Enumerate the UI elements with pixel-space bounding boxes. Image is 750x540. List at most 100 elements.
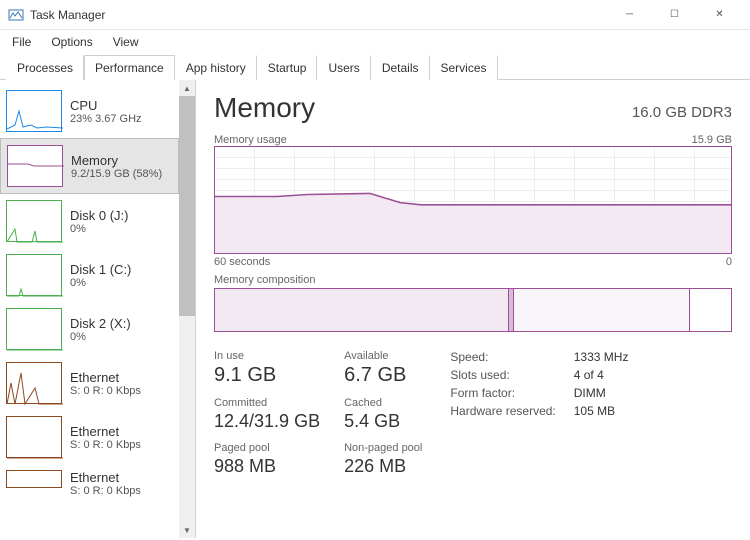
stats-left: In use 9.1 GB Available 6.7 GB Committed… — [214, 350, 422, 477]
app-icon — [8, 7, 24, 23]
tab-startup[interactable]: Startup — [257, 55, 318, 80]
menu-file[interactable]: File — [4, 33, 39, 51]
disk-sparkline — [6, 308, 62, 350]
sidebar-item-label: Ethernet — [70, 470, 141, 485]
sidebar-item-cpu[interactable]: CPU 23% 3.67 GHz — [0, 84, 179, 138]
sidebar-text: Ethernet S: 0 R: 0 Kbps — [70, 416, 141, 458]
menu-options[interactable]: Options — [43, 33, 100, 51]
sidebar-scrollbar[interactable]: ▲ ▼ — [179, 80, 195, 538]
memory-sparkline — [7, 145, 63, 187]
stat-label: In use — [214, 350, 320, 362]
stat-value: 988 MB — [214, 456, 320, 477]
minimize-button[interactable]: ─ — [607, 0, 652, 30]
tab-processes[interactable]: Processes — [6, 55, 84, 80]
stat-value: 226 MB — [344, 456, 422, 477]
comp-in-use — [215, 289, 509, 331]
comp-standby — [514, 289, 689, 331]
composition-header: Memory composition — [214, 274, 732, 286]
usage-chart-header: Memory usage 15.9 GB — [214, 134, 732, 146]
scroll-up-icon[interactable]: ▲ — [179, 80, 195, 96]
stat-in-use: In use 9.1 GB — [214, 350, 320, 387]
main-panel: Memory 16.0 GB DDR3 Memory usage 15.9 GB… — [196, 80, 750, 538]
sidebar-text: Disk 2 (X:) 0% — [70, 308, 131, 350]
window-title: Task Manager — [30, 8, 607, 22]
info-val: 105 MB — [574, 404, 629, 418]
info-key: Hardware reserved: — [450, 404, 555, 418]
sidebar-text: Ethernet S: 0 R: 0 Kbps — [70, 470, 141, 497]
sidebar-item-sub: 23% 3.67 GHz — [70, 113, 142, 125]
tab-details[interactable]: Details — [371, 55, 430, 80]
usage-chart-footer: 60 seconds 0 — [214, 256, 732, 268]
stat-available: Available 6.7 GB — [344, 350, 422, 387]
sidebar: CPU 23% 3.67 GHz Memory 9.2/15.9 GB (58%… — [0, 80, 196, 538]
close-button[interactable]: ✕ — [697, 0, 742, 30]
tab-users[interactable]: Users — [317, 55, 370, 80]
sidebar-text: Memory 9.2/15.9 GB (58%) — [71, 145, 162, 187]
sidebar-item-memory[interactable]: Memory 9.2/15.9 GB (58%) — [0, 138, 179, 194]
stat-label: Committed — [214, 397, 320, 409]
info-val: DIMM — [574, 386, 629, 400]
sidebar-item-label: CPU — [70, 98, 142, 113]
disk-sparkline — [6, 254, 62, 296]
usage-chart — [214, 146, 732, 254]
menubar: File Options View — [0, 30, 750, 54]
menu-view[interactable]: View — [105, 33, 147, 51]
stat-label: Available — [344, 350, 422, 362]
stat-paged: Paged pool 988 MB — [214, 442, 320, 477]
stat-label: Cached — [344, 397, 422, 409]
sidebar-item-disk2[interactable]: Disk 2 (X:) 0% — [0, 302, 179, 356]
sidebar-item-label: Disk 2 (X:) — [70, 316, 131, 331]
stats: In use 9.1 GB Available 6.7 GB Committed… — [214, 350, 732, 477]
sidebar-item-sub: S: 0 R: 0 Kbps — [70, 485, 141, 497]
main-header: Memory 16.0 GB DDR3 — [214, 92, 732, 124]
time-right: 0 — [726, 256, 732, 268]
info-key: Form factor: — [450, 386, 555, 400]
sidebar-item-sub: 0% — [70, 331, 131, 343]
tab-app-history[interactable]: App history — [175, 55, 257, 80]
time-left: 60 seconds — [214, 256, 270, 268]
scroll-down-icon[interactable]: ▼ — [179, 522, 195, 538]
comp-free — [690, 289, 731, 331]
sidebar-text: Disk 1 (C:) 0% — [70, 254, 131, 296]
sidebar-item-ethernet[interactable]: Ethernet S: 0 R: 0 Kbps — [0, 464, 179, 503]
sidebar-item-sub: 9.2/15.9 GB (58%) — [71, 168, 162, 180]
tab-performance[interactable]: Performance — [84, 55, 175, 80]
tab-services[interactable]: Services — [430, 55, 498, 80]
sidebar-text: Ethernet S: 0 R: 0 Kbps — [70, 362, 141, 404]
info-val: 1333 MHz — [574, 350, 629, 364]
stat-committed: Committed 12.4/31.9 GB — [214, 397, 320, 432]
info-key: Slots used: — [450, 368, 555, 382]
content: CPU 23% 3.67 GHz Memory 9.2/15.9 GB (58%… — [0, 80, 750, 538]
composition-chart — [214, 288, 732, 332]
stat-nonpaged: Non-paged pool 226 MB — [344, 442, 422, 477]
sidebar-item-label: Ethernet — [70, 370, 141, 385]
disk-sparkline — [6, 200, 62, 242]
sidebar-item-disk1[interactable]: Disk 1 (C:) 0% — [0, 248, 179, 302]
stat-label: Non-paged pool — [344, 442, 422, 454]
sidebar-item-label: Disk 1 (C:) — [70, 262, 131, 277]
sidebar-item-label: Disk 0 (J:) — [70, 208, 129, 223]
titlebar: Task Manager ─ ☐ ✕ — [0, 0, 750, 30]
tabs: Processes Performance App history Startu… — [0, 54, 750, 80]
net-sparkline — [6, 470, 62, 488]
net-sparkline — [6, 416, 62, 458]
window-controls: ─ ☐ ✕ — [607, 0, 742, 30]
sidebar-item-sub: 0% — [70, 277, 131, 289]
stat-value: 9.1 GB — [214, 364, 320, 387]
stat-label: Paged pool — [214, 442, 320, 454]
sidebar-item-label: Memory — [71, 153, 162, 168]
sidebar-item-ethernet[interactable]: Ethernet S: 0 R: 0 Kbps — [0, 356, 179, 410]
sidebar-item-ethernet[interactable]: Ethernet S: 0 R: 0 Kbps — [0, 410, 179, 464]
sidebar-item-sub: S: 0 R: 0 Kbps — [70, 385, 141, 397]
scroll-thumb[interactable] — [179, 96, 195, 316]
stat-value: 12.4/31.9 GB — [214, 411, 320, 432]
page-title: Memory — [214, 92, 315, 124]
maximize-button[interactable]: ☐ — [652, 0, 697, 30]
net-sparkline — [6, 362, 62, 404]
cpu-sparkline — [6, 90, 62, 132]
stat-value: 5.4 GB — [344, 411, 422, 432]
sidebar-text: CPU 23% 3.67 GHz — [70, 90, 142, 132]
stats-right: Speed: 1333 MHz Slots used: 4 of 4 Form … — [450, 350, 628, 477]
sidebar-item-label: Ethernet — [70, 424, 141, 439]
sidebar-item-disk0[interactable]: Disk 0 (J:) 0% — [0, 194, 179, 248]
